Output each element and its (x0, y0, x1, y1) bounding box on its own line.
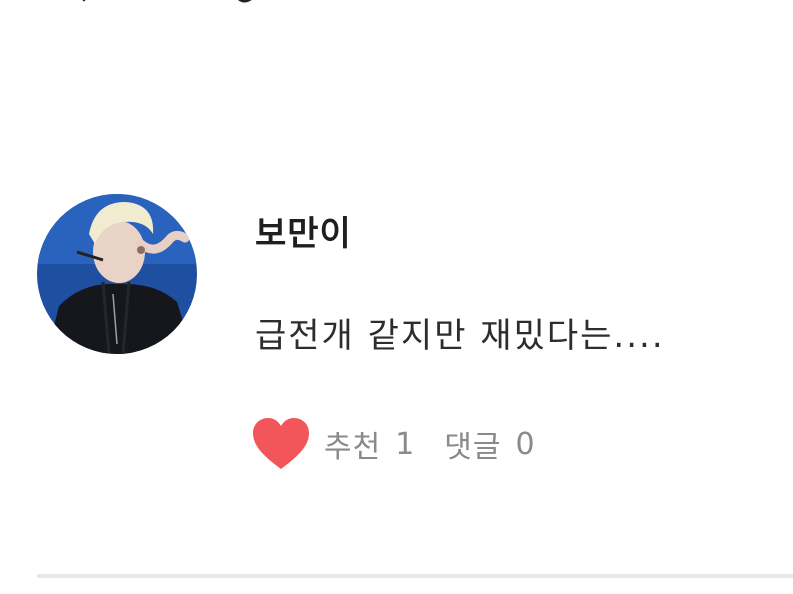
author-name[interactable]: 보만이 (255, 206, 352, 255)
top-bar (0, 0, 793, 40)
comments-label[interactable]: 댓글 (444, 422, 501, 466)
avatar[interactable] (37, 194, 197, 354)
comment-item: 보만이 급전개 같지만 재밌다는.... 추천 1 댓글 0 (0, 180, 793, 540)
divider (37, 574, 793, 578)
comments-count: 0 (515, 426, 535, 462)
recommend-label[interactable]: 추천 (324, 422, 381, 466)
comment-text: 급전개 같지만 재밌다는.... (255, 316, 665, 356)
title-fragment (238, 0, 252, 3)
comment-actions: 추천 1 댓글 0 (252, 416, 535, 472)
recommend-count: 1 (395, 426, 415, 462)
heart-icon[interactable] (252, 417, 310, 471)
chevron-left-icon[interactable] (58, 0, 94, 20)
